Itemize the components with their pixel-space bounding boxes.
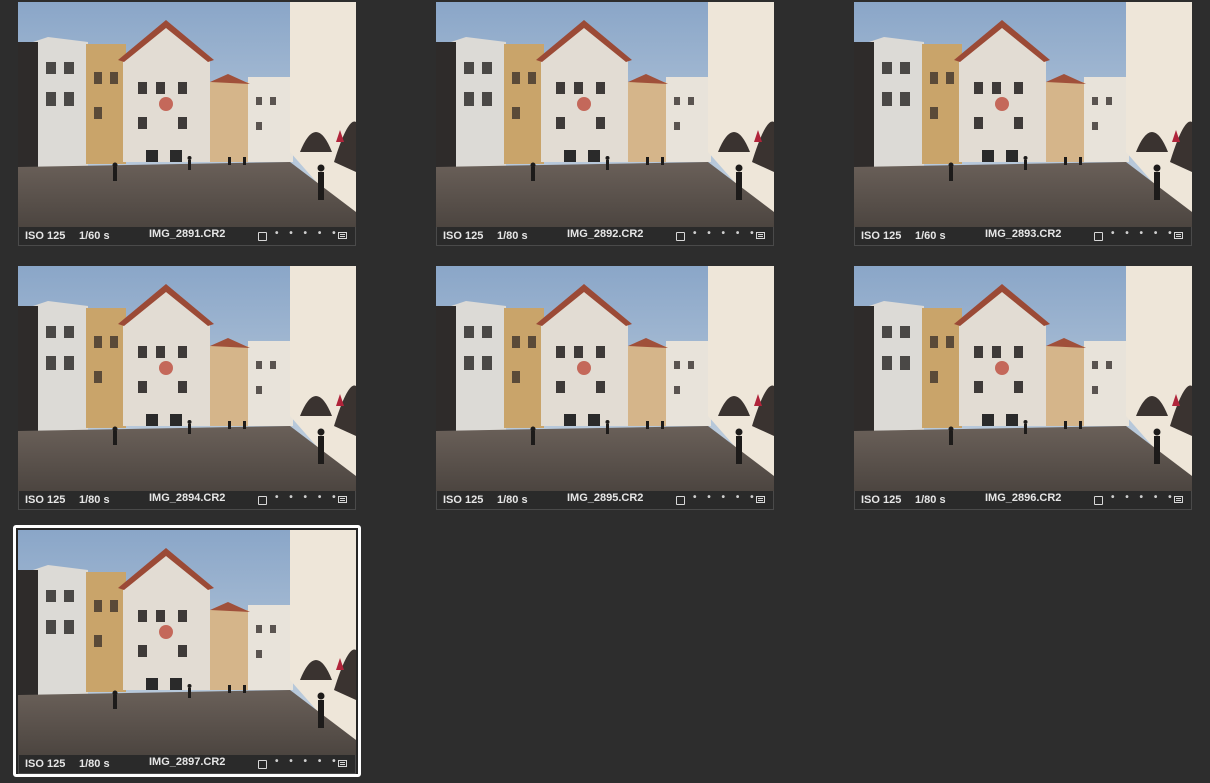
shutter-speed-label: 1/80 s bbox=[497, 494, 528, 506]
thumbnail-info-bar: ISO 125 1/60 s IMG_2891.CR2 • • • • • bbox=[18, 227, 356, 246]
photo-preview[interactable] bbox=[436, 266, 774, 491]
rating-dots[interactable]: • • • • • bbox=[275, 489, 340, 507]
flag-checkbox-icon[interactable] bbox=[258, 496, 267, 505]
photo-preview[interactable] bbox=[854, 2, 1192, 227]
iso-label: ISO 125 bbox=[25, 758, 66, 770]
filename-label: IMG_2893.CR2 bbox=[985, 228, 1062, 240]
filename-label: IMG_2891.CR2 bbox=[149, 228, 226, 240]
thumbnail-info-bar: ISO 125 1/80 s IMG_2892.CR2 • • • • • bbox=[436, 227, 774, 246]
shutter-speed-label: 1/60 s bbox=[915, 230, 946, 242]
flag-checkbox-icon[interactable] bbox=[258, 232, 267, 241]
metadata-menu-icon[interactable] bbox=[338, 760, 347, 767]
thumbnail-card[interactable]: ISO 125 1/80 s IMG_2894.CR2 • • • • • bbox=[18, 266, 356, 510]
photo-preview[interactable] bbox=[854, 266, 1192, 491]
filename-label: IMG_2896.CR2 bbox=[985, 492, 1062, 504]
thumbnail-grid: ISO 125 1/60 s IMG_2891.CR2 • • • • • IS… bbox=[0, 0, 1210, 783]
iso-label: ISO 125 bbox=[25, 494, 66, 506]
thumbnail-card[interactable]: ISO 125 1/80 s IMG_2896.CR2 • • • • • bbox=[854, 266, 1192, 510]
rating-dots[interactable]: • • • • • bbox=[693, 489, 758, 507]
flag-checkbox-icon[interactable] bbox=[676, 496, 685, 505]
flag-checkbox-icon[interactable] bbox=[1094, 232, 1103, 241]
rating-dots[interactable]: • • • • • bbox=[275, 225, 340, 243]
metadata-menu-icon[interactable] bbox=[756, 496, 765, 503]
metadata-menu-icon[interactable] bbox=[338, 496, 347, 503]
thumbnail-info-bar: ISO 125 1/80 s IMG_2896.CR2 • • • • • bbox=[854, 491, 1192, 510]
metadata-menu-icon[interactable] bbox=[756, 232, 765, 239]
iso-label: ISO 125 bbox=[861, 494, 902, 506]
thumbnail-card-selected[interactable]: ISO 125 1/80 s IMG_2897.CR2 • • • • • bbox=[13, 525, 361, 777]
thumbnail-card[interactable]: ISO 125 1/60 s IMG_2893.CR2 • • • • • bbox=[854, 2, 1192, 246]
rating-dots[interactable]: • • • • • bbox=[693, 225, 758, 243]
rating-dots[interactable]: • • • • • bbox=[1111, 225, 1176, 243]
metadata-menu-icon[interactable] bbox=[1174, 496, 1183, 503]
flag-checkbox-icon[interactable] bbox=[258, 760, 267, 769]
thumbnail-info-bar: ISO 125 1/80 s IMG_2894.CR2 • • • • • bbox=[18, 491, 356, 510]
photo-preview[interactable] bbox=[18, 530, 356, 755]
filename-label: IMG_2897.CR2 bbox=[149, 756, 226, 768]
flag-checkbox-icon[interactable] bbox=[1094, 496, 1103, 505]
thumbnail-info-bar: ISO 125 1/80 s IMG_2895.CR2 • • • • • bbox=[436, 491, 774, 510]
shutter-speed-label: 1/80 s bbox=[915, 494, 946, 506]
filename-label: IMG_2895.CR2 bbox=[567, 492, 644, 504]
photo-preview[interactable] bbox=[436, 2, 774, 227]
photo-preview[interactable] bbox=[18, 266, 356, 491]
flag-checkbox-icon[interactable] bbox=[676, 232, 685, 241]
thumbnail-info-bar: ISO 125 1/80 s IMG_2897.CR2 • • • • • bbox=[18, 755, 356, 774]
thumbnail-card[interactable]: ISO 125 1/60 s IMG_2891.CR2 • • • • • bbox=[18, 2, 356, 246]
photo-preview[interactable] bbox=[18, 2, 356, 227]
thumbnail-card[interactable]: ISO 125 1/80 s IMG_2895.CR2 • • • • • bbox=[436, 266, 774, 510]
metadata-menu-icon[interactable] bbox=[338, 232, 347, 239]
rating-dots[interactable]: • • • • • bbox=[1111, 489, 1176, 507]
shutter-speed-label: 1/80 s bbox=[79, 758, 110, 770]
shutter-speed-label: 1/80 s bbox=[497, 230, 528, 242]
thumbnail-card[interactable]: ISO 125 1/80 s IMG_2892.CR2 • • • • • bbox=[436, 2, 774, 246]
filename-label: IMG_2892.CR2 bbox=[567, 228, 644, 240]
metadata-menu-icon[interactable] bbox=[1174, 232, 1183, 239]
iso-label: ISO 125 bbox=[443, 494, 484, 506]
rating-dots[interactable]: • • • • • bbox=[275, 753, 340, 771]
iso-label: ISO 125 bbox=[443, 230, 484, 242]
iso-label: ISO 125 bbox=[25, 230, 66, 242]
thumbnail-info-bar: ISO 125 1/60 s IMG_2893.CR2 • • • • • bbox=[854, 227, 1192, 246]
shutter-speed-label: 1/60 s bbox=[79, 230, 110, 242]
iso-label: ISO 125 bbox=[861, 230, 902, 242]
shutter-speed-label: 1/80 s bbox=[79, 494, 110, 506]
filename-label: IMG_2894.CR2 bbox=[149, 492, 226, 504]
